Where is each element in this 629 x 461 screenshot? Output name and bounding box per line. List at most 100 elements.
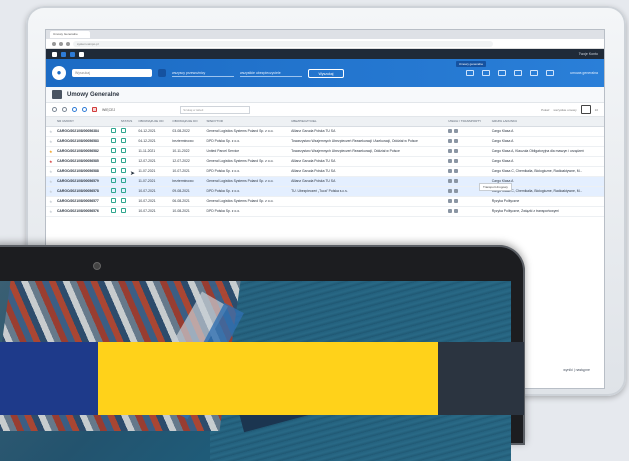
pdf-icon[interactable] <box>92 107 97 112</box>
star-icon[interactable]: ★ <box>49 199 53 204</box>
star-cell: ★ <box>46 196 54 207</box>
document-icon[interactable] <box>111 148 117 153</box>
star-icon[interactable]: ★ <box>49 159 53 164</box>
document-icon[interactable] <box>111 188 117 193</box>
document-icon[interactable] <box>111 158 117 163</box>
search-submit-button[interactable]: Wyszukaj <box>308 68 344 78</box>
transport-icon[interactable] <box>448 188 453 193</box>
user-menu[interactable]: umowa generalna <box>570 71 598 75</box>
column-header[interactable]: GRUPA LADUNKU <box>488 117 604 127</box>
star-icon[interactable]: ★ <box>49 129 53 134</box>
star-icon[interactable]: ★ <box>49 209 53 214</box>
reload-icon[interactable] <box>66 41 70 46</box>
column-header[interactable]: NR UMOWY <box>53 117 109 127</box>
transport-icon[interactable] <box>448 198 453 203</box>
table-row[interactable]: ★ CARGO/2021/08/00056576 10-07-2021 10-08-2… <box>46 206 604 217</box>
status-cell <box>117 146 136 157</box>
transport-icon[interactable] <box>448 178 453 183</box>
dollar-icon[interactable] <box>530 70 539 76</box>
star-icon[interactable]: ★ <box>49 189 53 194</box>
valid-to-cell: 10-08-2021 <box>169 206 204 217</box>
menu-icon[interactable] <box>52 51 57 57</box>
star-icon[interactable]: ★ <box>49 179 53 184</box>
comment-icon[interactable] <box>454 208 459 213</box>
browser-tab[interactable]: Umowy Generalne <box>50 31 90 38</box>
forwarder-cell: General Logistics Systems Poland Sp. z o… <box>203 176 289 187</box>
column-header[interactable]: STATUS <box>117 117 136 127</box>
comment-icon[interactable] <box>454 148 459 153</box>
document-icon[interactable] <box>111 178 117 183</box>
comment-icon[interactable] <box>454 158 459 163</box>
document-icon[interactable] <box>111 128 117 133</box>
truck-icon[interactable] <box>498 70 507 76</box>
browser-tab-bar: Umowy Generalne <box>46 30 604 39</box>
column-header[interactable]: OBOWIĄZUJE DO <box>169 117 204 127</box>
app-icon[interactable] <box>61 51 66 57</box>
table-row[interactable]: ★ CARGO/2021/08/00056583 04-12-2021 bezterm… <box>46 136 604 147</box>
forwarder-cell: General Logistics Systems Poland Sp. z o… <box>203 156 289 167</box>
tr-cell <box>445 126 489 137</box>
logo-icon: ● <box>52 66 66 80</box>
truck-icon[interactable] <box>482 70 491 76</box>
transport-icon[interactable] <box>448 148 453 153</box>
document-icon[interactable] <box>111 208 117 213</box>
browser-address-bar: system.wmpo.pl <box>46 39 604 49</box>
doc-cell <box>108 196 118 207</box>
mail-icon[interactable] <box>466 70 475 76</box>
star-icon[interactable]: ★ <box>49 169 53 174</box>
column-header[interactable] <box>46 117 54 127</box>
table-row[interactable]: ★ CARGO/2021/08/00056579 11-07-2021 bezterm… <box>46 176 604 187</box>
filter-icon[interactable] <box>514 70 523 76</box>
document-icon[interactable] <box>111 198 117 203</box>
column-header[interactable]: UBEZPIECZYCIEL <box>288 117 446 127</box>
url-input[interactable]: system.wmpo.pl <box>73 40 493 47</box>
table-row[interactable]: ★ CARGO/2021/08/00056384 04-12-2021 03-08-2… <box>46 126 604 137</box>
grid-view-icon[interactable] <box>580 105 591 114</box>
app-icon[interactable] <box>70 51 75 57</box>
comment-icon[interactable] <box>454 128 459 133</box>
doc-icon[interactable] <box>82 107 87 112</box>
table-row[interactable]: ★ CARGO/2021/08/00056582 11-11-2021 10-11-2… <box>46 146 604 157</box>
valid-from-cell: 12-07-2021 <box>135 156 170 167</box>
comment-icon[interactable] <box>454 178 459 183</box>
app-icon[interactable] <box>79 51 84 57</box>
comment-icon[interactable] <box>454 188 459 193</box>
user-icon[interactable] <box>546 70 555 76</box>
account-label[interactable]: Twoje Konto <box>579 52 598 56</box>
comment-icon[interactable] <box>454 198 459 203</box>
refresh-icon[interactable] <box>62 107 67 112</box>
checkbox-icon[interactable] <box>52 107 57 112</box>
pagination[interactable]: wyniki | następne <box>563 368 590 372</box>
table-row[interactable]: ★ CARGO/2021/08/00056585 12-07-2021 12-07-2… <box>46 156 604 167</box>
star-icon[interactable]: ★ <box>49 139 53 144</box>
settings-icon[interactable] <box>72 107 77 112</box>
more-menu[interactable]: WIĘCEJ <box>102 108 115 112</box>
insurer-select[interactable]: wszystkie ubezpieczyciele <box>240 69 302 77</box>
star-icon[interactable]: ★ <box>49 149 53 154</box>
transport-icon[interactable] <box>448 168 453 173</box>
table-search-input[interactable]: Szukaj w tabeli <box>180 105 251 114</box>
column-header[interactable] <box>108 117 118 127</box>
transport-icon[interactable] <box>448 208 453 213</box>
search-button[interactable] <box>158 69 166 77</box>
transport-icon[interactable] <box>448 158 453 163</box>
back-icon[interactable] <box>52 41 56 46</box>
comment-icon[interactable] <box>454 138 459 143</box>
column-header[interactable]: UWAGI / TRANSPORTY <box>445 117 489 127</box>
document-icon[interactable] <box>111 138 117 143</box>
transport-icon[interactable] <box>448 138 453 143</box>
document-icon[interactable] <box>111 168 117 173</box>
table-row[interactable]: ★ CARGO/2021/08/00056578 10-07-2021 09-08-2… <box>46 186 604 197</box>
table-row[interactable]: ★ CARGO/2021/08/00056577 10-07-2021 06-08-2… <box>46 196 604 207</box>
column-header[interactable]: SPEDYTOR <box>203 117 289 127</box>
forward-icon[interactable] <box>59 41 63 46</box>
column-header[interactable]: OBOWIĄZUJE OD <box>135 117 170 127</box>
search-input[interactable]: Wyszukaj <box>72 69 152 77</box>
page-size-select[interactable]: 10 <box>595 108 598 112</box>
tr-cell <box>445 146 489 157</box>
comment-icon[interactable] <box>454 168 459 173</box>
transport-icon[interactable] <box>448 128 453 133</box>
contract-filter-select[interactable]: wszystkie umowy <box>553 108 576 112</box>
status-icon <box>120 188 126 193</box>
carrier-select[interactable]: wszyscy przewoźnicy <box>172 69 234 77</box>
